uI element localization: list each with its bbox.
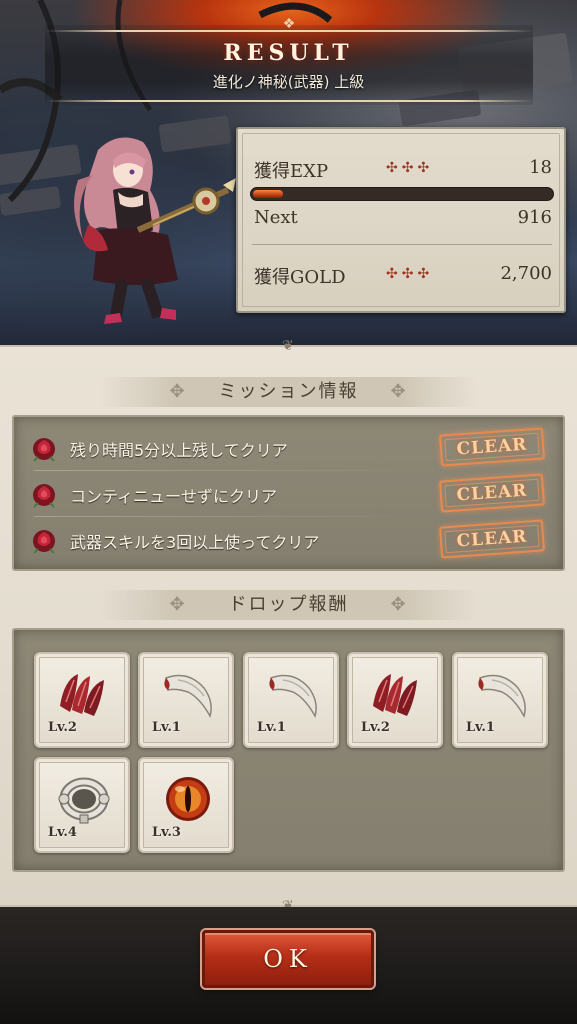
drop-item[interactable]: Lv.1 <box>138 652 234 748</box>
item-level: Lv.2 <box>361 720 390 735</box>
item-level: Lv.1 <box>257 720 286 735</box>
item-level: Lv.2 <box>48 720 77 735</box>
banner-ornament-icon: ❖ <box>282 16 296 32</box>
drop-item[interactable]: Lv.1 <box>243 652 339 748</box>
item-level: Lv.1 <box>466 720 495 735</box>
gold-value: 2,700 <box>500 263 552 284</box>
gold-label: 獲得GOLD <box>254 267 346 288</box>
exp-crosses-icon: ✣✣✣ <box>386 160 434 176</box>
drops-title: ドロップ報酬 <box>228 594 349 615</box>
mission-text: 残り時間5分以上残してクリア <box>70 441 288 460</box>
item-level: Lv.1 <box>152 720 181 735</box>
rose-icon <box>33 484 55 508</box>
exp-label: 獲得EXP <box>254 161 329 182</box>
missions-header: ✥ ミッション情報 ✥ <box>100 377 477 407</box>
rose-icon <box>33 438 55 462</box>
result-parchment: ❦ ✥ ミッション情報 ✥ 残り時間5分以上残してクリア CLEAR コンティニ… <box>0 338 577 914</box>
item-level: Lv.4 <box>48 825 77 840</box>
clear-stamp: CLEAR <box>439 427 545 467</box>
rose-icon <box>33 530 55 554</box>
top-ornament-icon: ❦ <box>282 338 294 354</box>
mission-row: コンティニューせずにクリア CLEAR <box>14 471 563 517</box>
next-value: 916 <box>517 207 552 228</box>
header-ornament-icon: ✥ <box>169 594 187 615</box>
fang-icon <box>478 674 526 718</box>
missions-panel: 残り時間5分以上残してクリア CLEAR コンティニューせずにクリア CLEAR… <box>12 415 565 571</box>
exp-progress-bar <box>250 187 554 201</box>
gold-crosses-icon: ✣✣✣ <box>386 266 434 282</box>
mission-row: 武器スキルを3回以上使ってクリア CLEAR <box>14 517 563 563</box>
drop-item[interactable]: Lv.1 <box>452 652 548 748</box>
mission-row: 残り時間5分以上残してクリア CLEAR <box>14 425 563 471</box>
missions-title: ミッション情報 <box>218 381 359 402</box>
stats-divider <box>252 244 552 245</box>
mission-text: 武器スキルを3回以上使ってクリア <box>70 533 320 552</box>
clear-stamp: CLEAR <box>439 519 545 559</box>
stats-panel: 獲得EXP ✣✣✣ 18 Next 916 獲得GOLD ✣✣✣ 2,700 <box>236 127 566 313</box>
clear-stamp: CLEAR <box>439 473 545 513</box>
character-sprite <box>74 137 236 324</box>
header-ornament-icon: ✥ <box>169 381 187 402</box>
silver-ring-icon <box>58 777 110 824</box>
eye-orb-icon <box>166 777 210 821</box>
item-level: Lv.3 <box>152 825 181 840</box>
quest-name: 進化ノ神秘(武器) 上級 <box>212 73 365 91</box>
header-ornament-icon: ✥ <box>390 594 408 615</box>
drops-panel: Lv.2 Lv.1 Lv.1 Lv.2 Lv.1 Lv.4 Lv.3 <box>12 628 565 872</box>
exp-value: 18 <box>529 157 552 178</box>
red-scale-icon <box>60 674 104 716</box>
ok-button[interactable]: OK <box>202 930 374 988</box>
banner-bottom-line <box>45 100 533 102</box>
exp-progress-fill <box>253 190 283 198</box>
drop-item[interactable]: Lv.3 <box>138 757 234 853</box>
drop-item[interactable]: Lv.2 <box>347 652 443 748</box>
next-label: Next <box>254 207 298 228</box>
red-scale-icon <box>373 674 417 716</box>
header-ornament-icon: ✥ <box>390 381 408 402</box>
mission-text: コンティニューせずにクリア <box>70 487 278 506</box>
drops-header: ✥ ドロップ報酬 ✥ <box>100 590 477 620</box>
drop-item[interactable]: Lv.2 <box>34 652 130 748</box>
result-title: RESULT <box>223 40 354 66</box>
drop-item[interactable]: Lv.4 <box>34 757 130 853</box>
fang-icon <box>269 674 317 718</box>
fang-icon <box>164 674 212 718</box>
